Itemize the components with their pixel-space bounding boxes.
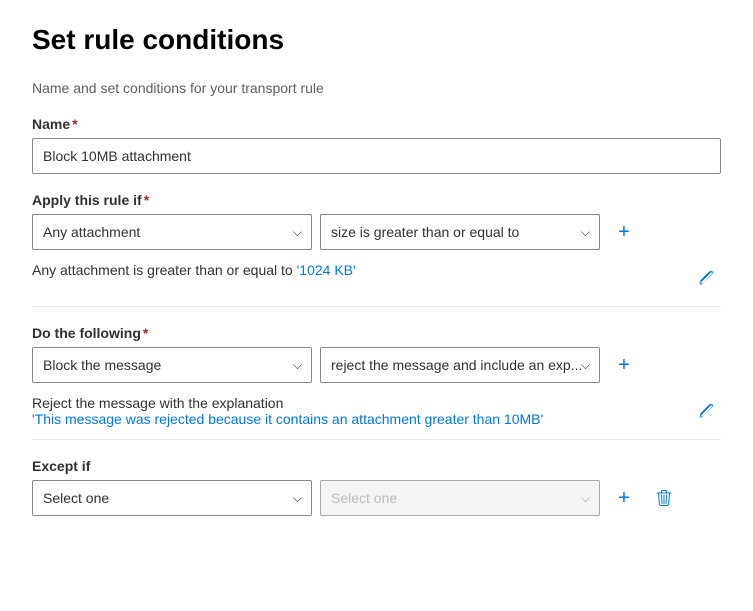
do-following-label-text: Do the following: [32, 325, 141, 341]
page-subtitle: Name and set conditions for your transpo…: [32, 80, 721, 96]
except-if-delete-button[interactable]: [648, 482, 680, 514]
except-if-label-text: Except if: [32, 458, 90, 474]
apply-rule-label-text: Apply this rule if: [32, 192, 142, 208]
do-following-edit-icon: [697, 403, 713, 419]
except-if-right-dropdown[interactable]: Select one: [320, 480, 600, 516]
except-if-add-button[interactable]: +: [608, 482, 640, 514]
apply-rule-summary-prefix: Any attachment is greater than or equal …: [32, 262, 297, 278]
do-following-field-group: Do the following* Block the message ⌵ re…: [32, 325, 721, 440]
do-following-dropdown-row: Block the message ⌵ reject the message a…: [32, 347, 721, 383]
except-if-delete-icon: [656, 490, 672, 506]
do-following-left-dropdown[interactable]: Block the message: [32, 347, 312, 383]
apply-rule-field-group: Apply this rule if* Any attachment ⌵ siz…: [32, 192, 721, 307]
apply-rule-dropdown-row: Any attachment ⌵ size is greater than or…: [32, 214, 721, 250]
apply-rule-left-dropdown-wrapper: Any attachment ⌵: [32, 214, 312, 250]
do-following-summary-line1: Reject the message with the explanation: [32, 395, 283, 411]
page-title: Set rule conditions: [32, 24, 721, 56]
do-following-edit-button[interactable]: [689, 395, 721, 427]
apply-rule-required-star: *: [144, 192, 149, 208]
apply-rule-add-button[interactable]: +: [608, 216, 640, 248]
apply-rule-summary: Any attachment is greater than or equal …: [32, 258, 721, 307]
do-following-summary-text: Reject the message with the explanation …: [32, 395, 543, 427]
do-following-label: Do the following*: [32, 325, 721, 341]
do-following-required-star: *: [143, 325, 148, 341]
do-following-right-dropdown[interactable]: reject the message and include an exp...: [320, 347, 600, 383]
except-if-left-dropdown[interactable]: Select one: [32, 480, 312, 516]
name-input[interactable]: [32, 138, 721, 174]
except-if-label: Except if: [32, 458, 721, 474]
apply-rule-right-dropdown[interactable]: size is greater than or equal to: [320, 214, 600, 250]
apply-rule-edit-icon: [697, 270, 713, 286]
do-following-left-dropdown-wrapper: Block the message ⌵: [32, 347, 312, 383]
name-label-text: Name: [32, 116, 70, 132]
name-field-group: Name*: [32, 116, 721, 174]
do-following-summary-link[interactable]: 'This message was rejected because it co…: [32, 411, 543, 427]
except-if-row: Select one ⌵ Select one ⌵ +: [32, 480, 721, 516]
apply-rule-label: Apply this rule if*: [32, 192, 721, 208]
apply-rule-right-dropdown-wrapper: size is greater than or equal to ⌵: [320, 214, 600, 250]
except-if-right-dropdown-wrapper: Select one ⌵: [320, 480, 600, 516]
apply-rule-edit-button[interactable]: [689, 262, 721, 294]
except-if-left-dropdown-wrapper: Select one ⌵: [32, 480, 312, 516]
apply-rule-left-dropdown[interactable]: Any attachment: [32, 214, 312, 250]
except-if-field-group: Except if Select one ⌵ Select one ⌵ +: [32, 458, 721, 516]
name-label: Name*: [32, 116, 721, 132]
do-following-right-dropdown-wrapper: reject the message and include an exp...…: [320, 347, 600, 383]
do-following-add-button[interactable]: +: [608, 349, 640, 381]
do-following-summary: Reject the message with the explanation …: [32, 391, 721, 440]
apply-rule-summary-link[interactable]: '1024 KB': [297, 262, 356, 278]
name-required-star: *: [72, 116, 77, 132]
apply-rule-summary-text: Any attachment is greater than or equal …: [32, 262, 356, 278]
